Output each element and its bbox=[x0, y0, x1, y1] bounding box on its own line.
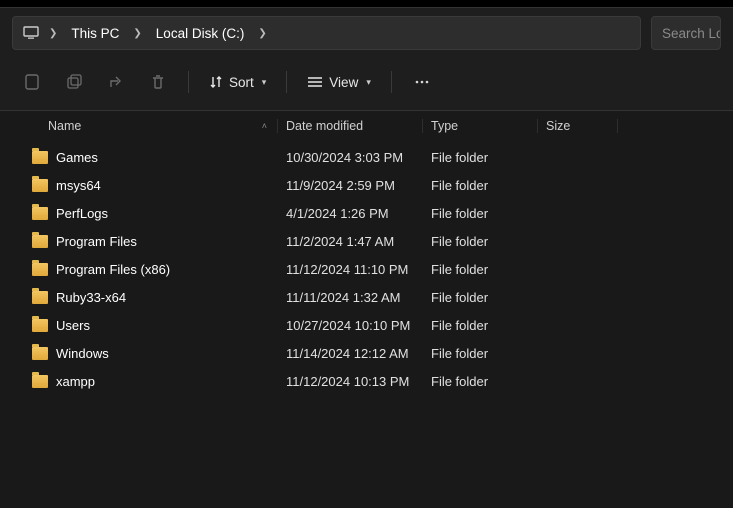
cell-type: File folder bbox=[423, 346, 538, 361]
cell-date: 10/27/2024 10:10 PM bbox=[278, 318, 423, 333]
toolbar: Sort ▾ View ▾ bbox=[0, 58, 733, 111]
cut-button[interactable] bbox=[14, 64, 50, 100]
cell-name: Program Files (x86) bbox=[20, 262, 278, 277]
file-name: msys64 bbox=[56, 178, 101, 193]
cell-name: xampp bbox=[20, 374, 278, 389]
chevron-right-icon[interactable]: ❯ bbox=[129, 28, 145, 39]
copy-button[interactable] bbox=[56, 64, 92, 100]
cell-date: 11/12/2024 10:13 PM bbox=[278, 374, 423, 389]
cell-date: 11/2/2024 1:47 AM bbox=[278, 234, 423, 249]
column-header-date-label: Date modified bbox=[286, 119, 363, 133]
folder-icon bbox=[32, 347, 48, 360]
folder-icon bbox=[32, 235, 48, 248]
search-input[interactable]: Search Lo bbox=[651, 16, 721, 50]
cell-name: msys64 bbox=[20, 178, 278, 193]
table-row[interactable]: PerfLogs 4/1/2024 1:26 PMFile folder bbox=[20, 199, 733, 227]
cell-type: File folder bbox=[423, 318, 538, 333]
file-name: Program Files bbox=[56, 234, 137, 249]
column-header-name[interactable]: Name ˄ bbox=[20, 119, 278, 133]
table-row[interactable]: Program Files 11/2/2024 1:47 AMFile folde… bbox=[20, 227, 733, 255]
breadcrumb-segment-this-pc[interactable]: This PC bbox=[67, 26, 123, 41]
cell-type: File folder bbox=[423, 262, 538, 277]
table-row[interactable]: Users 10/27/2024 10:10 PMFile folder bbox=[20, 311, 733, 339]
chevron-right-icon[interactable]: ❯ bbox=[254, 28, 270, 39]
cell-date: 11/14/2024 12:12 AM bbox=[278, 346, 423, 361]
cell-name: Program Files bbox=[20, 234, 278, 249]
folder-icon bbox=[32, 179, 48, 192]
file-name: Program Files (x86) bbox=[56, 262, 170, 277]
file-name: Games bbox=[56, 150, 98, 165]
file-name: xampp bbox=[56, 374, 95, 389]
file-rows: Games10/30/2024 3:03 PMFile foldermsys64… bbox=[20, 143, 733, 395]
view-icon bbox=[307, 76, 323, 88]
folder-icon bbox=[32, 151, 48, 164]
cell-date: 4/1/2024 1:26 PM bbox=[278, 206, 423, 221]
cell-type: File folder bbox=[423, 290, 538, 305]
cell-name: Windows bbox=[20, 346, 278, 361]
breadcrumb[interactable]: ❯ This PC ❯ Local Disk (C:) ❯ bbox=[12, 16, 641, 50]
view-button[interactable]: View ▾ bbox=[299, 64, 379, 100]
search-placeholder: Search Lo bbox=[662, 26, 721, 41]
monitor-icon bbox=[23, 26, 39, 40]
cell-type: File folder bbox=[423, 374, 538, 389]
toolbar-separator bbox=[391, 71, 392, 93]
table-row[interactable]: msys64 11/9/2024 2:59 PMFile folder bbox=[20, 171, 733, 199]
table-row[interactable]: Program Files (x86) 11/12/2024 11:10 PMFi… bbox=[20, 255, 733, 283]
cell-name: PerfLogs bbox=[20, 206, 278, 221]
table-row[interactable]: Windows 11/14/2024 12:12 AMFile folder bbox=[20, 339, 733, 367]
file-list-panel: Name ˄ Date modified Type Size Games 10/3… bbox=[0, 111, 733, 508]
toolbar-separator bbox=[286, 71, 287, 93]
chevron-down-icon: ▾ bbox=[366, 77, 371, 88]
title-bar-fragment bbox=[0, 0, 733, 8]
folder-icon bbox=[32, 291, 48, 304]
cell-date: 10/30/2024 3:03 PM bbox=[278, 150, 423, 165]
column-headers: Name ˄ Date modified Type Size bbox=[20, 111, 733, 141]
cell-date: 11/12/2024 11:10 PM bbox=[278, 262, 423, 277]
breadcrumb-segment-local-disk[interactable]: Local Disk (C:) bbox=[152, 26, 249, 41]
column-header-type[interactable]: Type bbox=[423, 119, 538, 133]
file-name: Windows bbox=[56, 346, 109, 361]
file-name: PerfLogs bbox=[56, 206, 108, 221]
cell-name: Games bbox=[20, 150, 278, 165]
share-button[interactable] bbox=[98, 64, 134, 100]
more-button[interactable] bbox=[404, 64, 440, 100]
column-header-date[interactable]: Date modified bbox=[278, 119, 423, 133]
chevron-right-icon[interactable]: ❯ bbox=[45, 28, 61, 39]
column-header-size[interactable]: Size bbox=[538, 119, 618, 133]
address-row: ❯ This PC ❯ Local Disk (C:) ❯ Search Lo bbox=[0, 8, 733, 58]
chevron-down-icon: ▾ bbox=[262, 77, 267, 88]
column-header-size-label: Size bbox=[546, 119, 570, 133]
cell-name: Users bbox=[20, 318, 278, 333]
sort-icon bbox=[209, 75, 223, 89]
file-name: Ruby33-x64 bbox=[56, 290, 126, 305]
table-row[interactable]: xampp 11/12/2024 10:13 PMFile folder bbox=[20, 367, 733, 395]
cell-type: File folder bbox=[423, 206, 538, 221]
table-row[interactable]: Ruby33-x64 11/11/2024 1:32 AMFile folder bbox=[20, 283, 733, 311]
view-label: View bbox=[329, 75, 358, 90]
folder-icon bbox=[32, 375, 48, 388]
cell-name: Ruby33-x64 bbox=[20, 290, 278, 305]
toolbar-separator bbox=[188, 71, 189, 93]
column-header-name-label: Name bbox=[48, 119, 81, 133]
sort-ascending-icon: ˄ bbox=[262, 121, 267, 131]
folder-icon bbox=[32, 319, 48, 332]
sort-label: Sort bbox=[229, 75, 254, 90]
table-row[interactable]: Games 10/30/2024 3:03 PMFile folder bbox=[20, 143, 733, 171]
file-name: Users bbox=[56, 318, 90, 333]
cell-date: 11/11/2024 1:32 AM bbox=[278, 290, 423, 305]
cell-type: File folder bbox=[423, 150, 538, 165]
cell-type: File folder bbox=[423, 234, 538, 249]
delete-button[interactable] bbox=[140, 64, 176, 100]
cell-type: File folder bbox=[423, 178, 538, 193]
folder-icon bbox=[32, 207, 48, 220]
sort-button[interactable]: Sort ▾ bbox=[201, 64, 274, 100]
column-header-type-label: Type bbox=[431, 119, 458, 133]
cell-date: 11/9/2024 2:59 PM bbox=[278, 178, 423, 193]
folder-icon bbox=[32, 263, 48, 276]
